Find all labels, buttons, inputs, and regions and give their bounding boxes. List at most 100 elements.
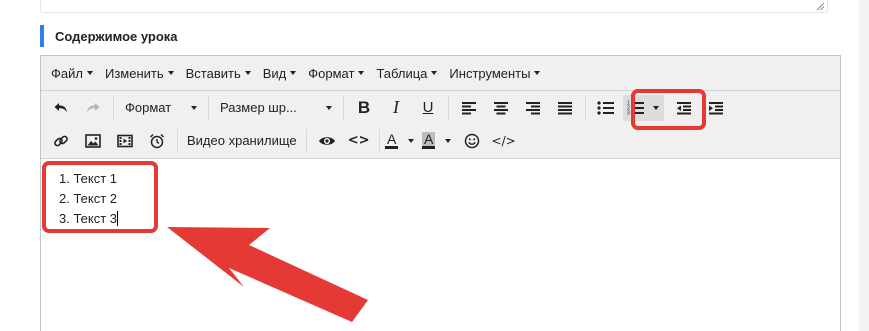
- menu-file-label: Файл: [51, 65, 83, 81]
- menu-format[interactable]: Формат: [302, 60, 370, 86]
- align-right-button[interactable]: [518, 95, 548, 121]
- chevron-down-icon: [431, 71, 438, 75]
- chevron-down-icon: [244, 71, 251, 75]
- undo-button[interactable]: [46, 95, 76, 121]
- format-select-label: Формат: [125, 100, 172, 115]
- resize-grip-icon[interactable]: [816, 2, 825, 11]
- align-center-icon: [494, 101, 508, 114]
- eye-icon: [318, 136, 335, 145]
- list-item-text: Текст 2: [73, 191, 118, 206]
- redo-button[interactable]: [78, 95, 108, 121]
- image-button[interactable]: [78, 128, 108, 154]
- toolbar-separator: [177, 128, 178, 153]
- title-accent-bar: [40, 25, 44, 47]
- video-storage-button[interactable]: Видео хранилище: [183, 128, 301, 154]
- toolbar-separator: [378, 128, 380, 153]
- toolbar-separator: [448, 95, 449, 120]
- image-icon: [85, 133, 101, 148]
- link-button[interactable]: [46, 128, 76, 154]
- list-number: 3.: [59, 211, 70, 226]
- bullet-list-button[interactable]: [591, 95, 621, 121]
- menu-format-label: Формат: [308, 65, 355, 81]
- indent-icon: [709, 101, 723, 114]
- menu-tools[interactable]: Инструменты: [443, 60, 546, 86]
- code-inline-button[interactable]: <>: [344, 128, 374, 154]
- list-number: 2.: [59, 191, 70, 206]
- toolbar-separator: [585, 95, 586, 120]
- section-title: Содержимое урока: [55, 28, 178, 44]
- text-color-button[interactable]: A: [384, 128, 415, 154]
- text-cursor: [117, 211, 119, 226]
- menu-edit-label: Изменить: [104, 65, 164, 81]
- menu-view[interactable]: Вид: [257, 60, 303, 86]
- alarm-clock-icon: [149, 133, 165, 148]
- rich-text-editor: Файл Изменить Вставить Вид Формат Таблиц…: [40, 55, 841, 331]
- toolbar-separator: [208, 95, 209, 120]
- menu-table[interactable]: Таблица: [370, 60, 443, 86]
- align-left-button[interactable]: [454, 95, 484, 121]
- toolbar-separator: [113, 95, 114, 120]
- alarm-button[interactable]: [142, 128, 172, 154]
- text-color-letter: A: [384, 131, 399, 149]
- undo-icon: [54, 102, 67, 112]
- emoji-button[interactable]: [457, 128, 487, 154]
- toolbar-separator: [343, 95, 344, 120]
- outdent-button[interactable]: [669, 95, 699, 121]
- emoji-icon: [464, 133, 479, 148]
- chevron-down-icon: [326, 105, 332, 110]
- preview-button[interactable]: [312, 128, 342, 154]
- menu-insert-label: Вставить: [185, 65, 241, 81]
- chevron-down-icon[interactable]: [408, 138, 415, 143]
- list-item: 2. Текст 2: [59, 189, 834, 209]
- bullet-list-icon: [597, 100, 614, 115]
- media-button[interactable]: [110, 128, 140, 154]
- align-justify-icon: [558, 101, 572, 114]
- numbered-list-button[interactable]: 123: [623, 94, 664, 121]
- format-select[interactable]: Формат: [119, 95, 203, 121]
- numbered-list-icon: 123: [627, 101, 644, 116]
- list-item-text: Текст 3: [73, 211, 118, 226]
- redo-icon: [87, 102, 100, 112]
- media-icon: [117, 134, 133, 147]
- chevron-down-icon: [167, 71, 174, 75]
- section-header: Содержимое урока: [40, 25, 178, 47]
- bold-button[interactable]: B: [349, 95, 379, 121]
- list-item: 1. Текст 1: [59, 169, 834, 189]
- menu-tools-label: Инструменты: [449, 65, 531, 81]
- font-size-select-label: Размер шр...: [220, 100, 297, 115]
- align-left-icon: [462, 101, 476, 114]
- list-item-text: Текст 1: [73, 171, 118, 186]
- editor-toolbar: Формат Размер шр... B I U 1 2 3 Видео хр…: [41, 91, 840, 159]
- outdent-icon: [677, 101, 691, 114]
- chevron-down-icon: [358, 71, 365, 75]
- chevron-down-icon[interactable]: [445, 138, 452, 143]
- indent-button[interactable]: [701, 95, 731, 121]
- italic-button[interactable]: I: [381, 95, 411, 121]
- previous-textarea[interactable]: [40, 0, 828, 13]
- link-icon: [54, 135, 68, 146]
- font-size-select[interactable]: Размер шр...: [214, 95, 338, 121]
- source-code-button[interactable]: </>: [489, 128, 519, 154]
- toolbar-separator: [305, 128, 307, 153]
- chevron-down-icon: [86, 71, 93, 75]
- align-center-button[interactable]: [486, 95, 516, 121]
- chevron-down-icon: [290, 71, 297, 75]
- editor-menubar: Файл Изменить Вставить Вид Формат Таблиц…: [41, 56, 840, 91]
- list-item: 3. Текст 3: [59, 209, 834, 229]
- align-right-icon: [526, 101, 540, 114]
- menu-edit[interactable]: Изменить: [99, 60, 180, 86]
- list-number: 1.: [59, 171, 70, 186]
- bg-color-button[interactable]: A: [421, 128, 452, 154]
- menu-insert[interactable]: Вставить: [180, 60, 257, 86]
- menu-file[interactable]: Файл: [45, 60, 99, 86]
- menu-view-label: Вид: [262, 65, 287, 81]
- editor-content-area[interactable]: 1. Текст 1 2. Текст 2 3. Текст 3: [41, 159, 840, 239]
- chevron-down-icon[interactable]: [653, 105, 659, 110]
- align-justify-button[interactable]: [550, 95, 580, 121]
- bg-color-letter: A: [421, 131, 436, 149]
- numbered-list: 1. Текст 1 2. Текст 2 3. Текст 3: [47, 169, 834, 229]
- underline-button[interactable]: U: [413, 95, 443, 121]
- chevron-down-icon: [191, 105, 197, 110]
- svg-text:3: 3: [627, 111, 630, 116]
- toolbar-row-1: Формат Размер шр... B I U 1 2 3: [41, 91, 840, 124]
